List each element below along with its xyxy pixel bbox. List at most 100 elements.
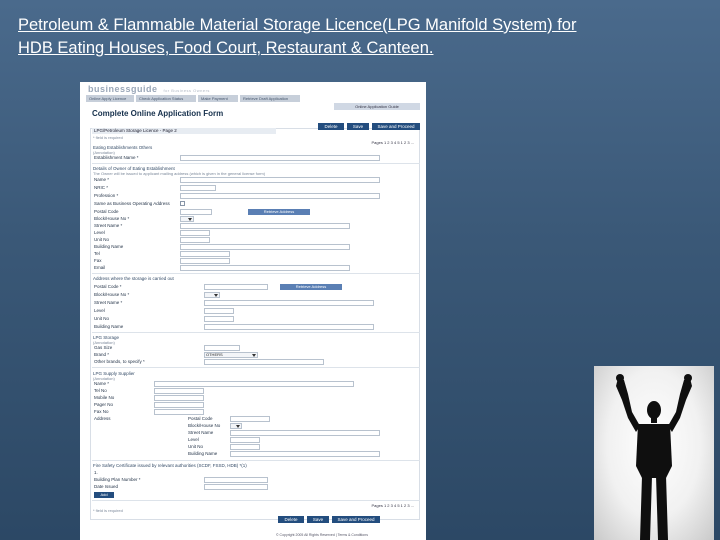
brand-logo: businessguide for Business Owners <box>88 84 210 94</box>
other-brands-label: Other brands, to specify * <box>94 359 145 364</box>
save-button[interactable]: Save <box>347 123 369 130</box>
storage-postal-code-label: Postal Code * <box>94 284 122 289</box>
storage-building-input[interactable] <box>204 324 374 330</box>
supplier-postal-code-input[interactable] <box>230 416 270 422</box>
establishment-name-label: Establishment Name * <box>94 155 139 160</box>
pages-indicator[interactable]: Pages 1 2 3 4 5 1 2 3 ... <box>372 140 414 145</box>
supplier-name-label: Name * <box>94 381 110 386</box>
other-brands-input[interactable] <box>204 359 324 365</box>
supplier-building-input[interactable] <box>230 451 380 457</box>
storage-retrieve-address-button[interactable]: Retrieve Address <box>280 284 342 290</box>
pages-indicator-bottom[interactable]: Pages 1 2 3 4 5 1 2 3 ... <box>372 503 414 508</box>
brand-label: Brand * <box>94 352 110 357</box>
owner-fax-input[interactable] <box>180 258 230 264</box>
supplier-building-label: Building Name <box>188 451 218 456</box>
required-note: * field is required <box>93 135 123 140</box>
storage-street-input[interactable] <box>204 300 374 306</box>
storage-postal-code-input[interactable] <box>204 284 268 290</box>
storage-unit-input[interactable] <box>204 316 234 322</box>
supplier-street-label: Street Name <box>188 430 214 435</box>
nav-make-payment[interactable]: Make Payment <box>198 95 238 102</box>
supplier-fax-input[interactable] <box>154 409 204 415</box>
supplier-level-input[interactable] <box>230 437 260 443</box>
owner-unit-input[interactable] <box>180 237 210 243</box>
section-fire-safety-title: Fire Safety Certificate issued by releva… <box>93 463 247 468</box>
supplier-block-label: Block/House No <box>188 423 221 428</box>
online-application-guide-link[interactable]: Online Application Guide <box>334 103 420 110</box>
slide-title: Petroleum & Flammable Material Storage L… <box>18 14 658 60</box>
establishment-name-input[interactable] <box>180 155 380 161</box>
owner-postal-code-input[interactable] <box>180 209 212 215</box>
storage-building-label: Building Name <box>94 324 124 329</box>
supplier-fax-label: Fax No <box>94 409 109 414</box>
divider <box>92 460 420 461</box>
divider <box>92 367 420 368</box>
delete-button[interactable]: Delete <box>318 123 344 130</box>
gas-size-label: Gas Size <box>94 345 113 350</box>
slide-title-line-1: Petroleum & Flammable Material Storage L… <box>18 16 577 34</box>
owner-fax-label: Fax <box>94 258 102 263</box>
storage-level-input[interactable] <box>204 308 234 314</box>
owner-unit-label: Unit No <box>94 237 110 242</box>
add-button[interactable]: Add <box>94 492 114 498</box>
form-header: LPG/Petroleum Storage Licence - Page 2 <box>92 128 276 134</box>
save-and-proceed-button-bottom[interactable]: Save and Proceed <box>332 516 380 523</box>
date-issued-input[interactable] <box>204 484 268 490</box>
nav-check-status[interactable]: Check Application Status <box>136 95 196 102</box>
copyright-text: © Copyright 2005 All Rights Reserved | T… <box>276 533 368 537</box>
storage-block-label: Block/House No * <box>94 292 130 297</box>
owner-profession-label: Profession * <box>94 193 119 198</box>
owner-street-input[interactable] <box>180 223 350 229</box>
same-as-address-checkbox[interactable] <box>180 201 185 206</box>
supplier-address-label: Address <box>94 416 111 421</box>
owner-email-input[interactable] <box>180 265 350 271</box>
divider <box>92 163 420 164</box>
owner-tel-input[interactable] <box>180 251 230 257</box>
nav-apply-licence[interactable]: Online Apply Licence <box>86 95 134 102</box>
owner-email-label: Email <box>94 265 106 270</box>
slide-title-line-2: HDB Eating Houses, Food Court, Restauran… <box>18 39 434 57</box>
owner-level-input[interactable] <box>180 230 210 236</box>
owner-nric-label: NRIC * <box>94 185 109 190</box>
supplier-pager-label: Pager No <box>94 402 114 407</box>
date-issued-label: Date Issued <box>94 484 119 489</box>
brand-select[interactable]: OTHERS <box>204 352 258 358</box>
silhouette-figure-icon <box>616 374 692 540</box>
delete-button-bottom[interactable]: Delete <box>278 516 304 523</box>
top-toolbar: Delete Save Save and Proceed <box>318 123 420 130</box>
save-button-bottom[interactable]: Save <box>307 516 329 523</box>
fire-safety-item-number: 1. <box>94 470 98 475</box>
supplier-unit-label: Unit No <box>188 444 204 449</box>
building-plan-number-label: Building Plan Number * <box>94 477 141 482</box>
building-plan-number-input[interactable] <box>204 477 268 483</box>
owner-street-label: Street Name * <box>94 223 123 228</box>
divider <box>92 332 420 333</box>
supplier-tel-label: Tel No <box>94 388 107 393</box>
owner-profession-input[interactable] <box>180 193 380 199</box>
divider <box>92 500 420 501</box>
application-form-screenshot: businessguide for Business Owners Online… <box>80 82 426 540</box>
storage-block-select[interactable] <box>204 292 220 298</box>
supplier-unit-input[interactable] <box>230 444 260 450</box>
storage-street-label: Street Name * <box>94 300 123 305</box>
page-heading: Complete Online Application Form <box>92 109 224 118</box>
bottom-toolbar: Delete Save Save and Proceed <box>278 516 380 523</box>
gas-size-input[interactable] <box>204 345 240 351</box>
nav-retrieve-draft[interactable]: Retrieve Draft Application <box>240 95 300 102</box>
owner-name-input[interactable] <box>180 177 380 183</box>
supplier-pager-input[interactable] <box>154 402 204 408</box>
supplier-block-select[interactable] <box>230 423 242 429</box>
required-note-bottom: * field is required <box>93 508 123 513</box>
save-and-proceed-button[interactable]: Save and Proceed <box>372 123 420 130</box>
owner-building-input[interactable] <box>180 244 350 250</box>
owner-retrieve-address-button[interactable]: Retrieve Address <box>248 209 310 215</box>
supplier-tel-input[interactable] <box>154 388 204 394</box>
divider <box>92 273 420 274</box>
supplier-name-input[interactable] <box>154 381 354 387</box>
owner-block-select[interactable] <box>180 216 194 222</box>
owner-level-label: Level <box>94 230 105 235</box>
owner-postal-code-label: Postal Code <box>94 209 119 214</box>
supplier-street-input[interactable] <box>230 430 380 436</box>
supplier-mobile-input[interactable] <box>154 395 204 401</box>
owner-nric-input[interactable] <box>180 185 216 191</box>
